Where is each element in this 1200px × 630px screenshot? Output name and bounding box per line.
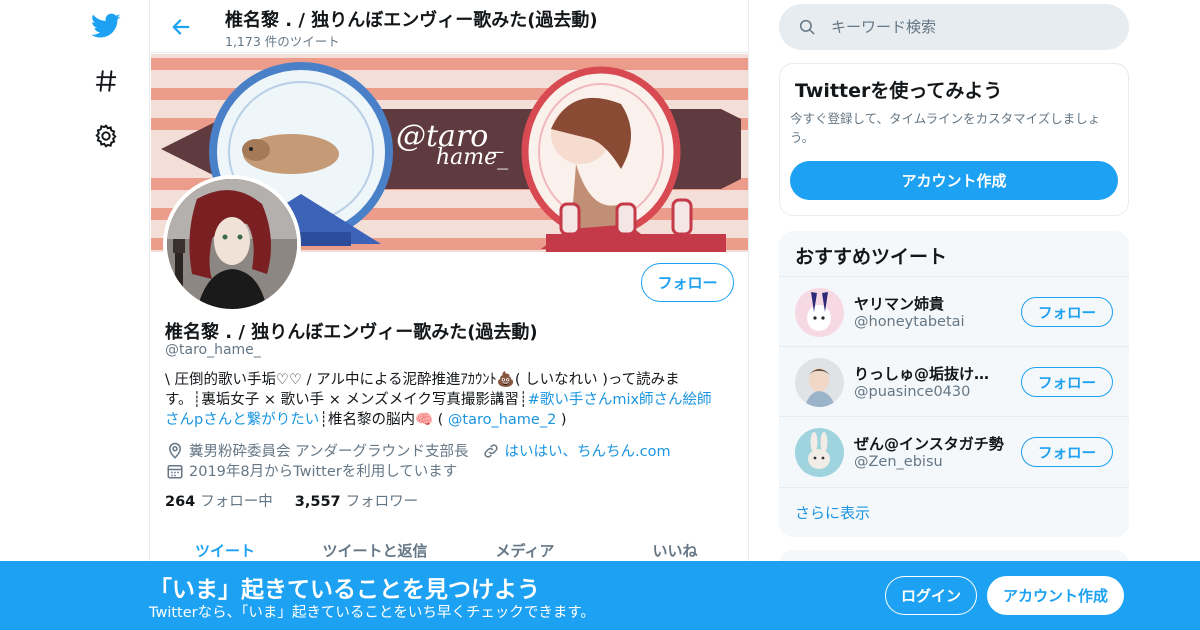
recommended-user-name: りっしゅ@垢抜けサロン [854,365,1004,383]
bio-line-1: \ 圧倒的歌い手垢♡♡ / アル中による泥酔推進ｱｶｳﾝﾄ💩( しいなれい )っ… [165,372,680,388]
bio-line-3: さんpさんと繋がりたい┊椎名黎の脳内🧠 ( @taro_hame_2 ) [165,410,735,430]
profile-meta-joined-row: 2019年8月からTwitterを利用しています [165,460,457,481]
profile-name: 椎名黎 . / 独りんぼエンヴィー歌みた(過去動) [165,322,538,343]
avatar[interactable] [795,428,844,477]
avatar-image [167,179,297,309]
svg-text:hame_: hame_ [436,145,508,170]
recommended-user-name: ヤリマン姉貴 [854,295,945,313]
page-root: 椎名黎 . / 独りんぼエンヴィー歌みた(過去動) 1,173 件のツイート @… [0,0,1200,630]
following-count: 264 [165,494,196,510]
recommended-user-handle: @puasince0430 [854,384,971,400]
recommended-follow-button[interactable]: フォロー [1021,297,1113,327]
recommended-user-name: ぜん@インスタガチ勢 [854,435,1004,453]
bio-text: ┊椎名黎の脳内🧠 ( [319,412,448,428]
followers-count: 3,557 [294,494,341,510]
show-more-link[interactable]: さらに表示 [779,487,1129,537]
recommended-tweets-card: おすすめツイート ヤリマン姉貴 @honeytabetai フォロー りっしゅ@… [779,231,1129,537]
hashtag-icon [95,70,117,92]
profile-meta-location-row: 糞男粉砕委員会 アンダーグラウンド支部長 はいはい、ちんちん.com [165,440,671,461]
profile-handle: @taro_hame_ [165,342,261,358]
twitter-bird-icon [91,13,121,38]
link-icon [481,441,501,461]
search-input[interactable] [831,18,1111,36]
bio-mention-link[interactable]: @taro_hame_2 [448,412,556,428]
back-button[interactable] [164,10,198,44]
followers-label: フォロワー [345,494,419,510]
search-box [779,4,1129,50]
left-nav [80,0,130,630]
try-twitter-card: Twitterを使ってみよう 今すぐ登録して、タイムラインをカスタマイズしましょ… [779,63,1129,216]
profile-joined-date: 2019年8月からTwitterを利用しています [189,464,458,480]
bio-text: ) [556,412,567,428]
login-button[interactable]: ログイン [885,576,977,615]
recommended-user-item[interactable]: りっしゅ@垢抜けサロン @puasince0430 フォロー [779,346,1129,416]
prompt-subtitle: Twitterなら、「いま」起きていることをいち早くチェックできます。 [149,605,595,621]
header-title: 椎名黎 . / 独りんぼエンヴィー歌みた(過去動) [225,10,598,31]
recommended-user-item[interactable]: ヤリマン姉貴 @honeytabetai フォロー [779,276,1129,346]
profile-header-bar: 椎名黎 . / 独りんぼエンヴィー歌みた(過去動) 1,173 件のツイート [150,0,748,53]
avatar[interactable] [795,288,844,337]
follow-button[interactable]: フォロー [641,263,734,302]
followers-stat[interactable]: 3,557 フォロワー [295,490,418,511]
recommended-title: おすすめツイート [795,246,948,268]
twitter-home-button[interactable] [84,4,128,48]
back-arrow-icon [172,19,190,35]
bio-hashtag-link[interactable]: #歌い手さんmix師さん絵師 [528,392,712,408]
recommended-user-handle: @Zen_ebisu [854,454,943,470]
calendar-icon [165,461,185,481]
try-twitter-description: 今すぐ登録して、タイムラインをカスタマイズしましょう。 [790,111,1101,145]
recommended-follow-button[interactable]: フォロー [1021,367,1113,397]
create-account-button[interactable]: アカウント作成 [790,161,1118,200]
settings-button[interactable] [84,114,128,158]
recommended-follow-button[interactable]: フォロー [1021,437,1113,467]
search-icon [797,17,817,37]
following-label: フォロー中 [200,494,273,510]
avatar[interactable] [795,358,844,407]
gear-icon [95,124,117,148]
explore-button[interactable] [84,59,128,103]
profile-avatar[interactable] [163,175,301,313]
location-icon [165,441,185,461]
signup-button[interactable]: アカウント作成 [987,576,1124,615]
following-stat[interactable]: 264 フォロー中 [165,490,273,511]
profile-bio: \ 圧倒的歌い手垢♡♡ / アル中による泥酔推進ｱｶｳﾝﾄ💩( しいなれい )っ… [165,370,735,430]
bio-hashtag-link-cont[interactable]: さんpさんと繋がりたい [165,412,319,428]
prompt-title: 「いま」起きていることを見つけよう [149,577,540,603]
profile-website-link[interactable]: はいはい、ちんちん.com [505,440,671,461]
recommended-user-handle: @honeytabetai [854,314,965,330]
try-twitter-title: Twitterを使ってみよう [795,80,1003,102]
profile-stats: 264 フォロー中 3,557 フォロワー [165,490,440,511]
bio-text: す。┊裏垢女子 × 歌い手 × メンズメイク写真撮影講習┊ [165,392,528,408]
recommended-user-item[interactable]: ぜん@インスタガチ勢 @Zen_ebisu フォロー [779,416,1129,486]
profile-location: 糞男粉砕委員会 アンダーグラウンド支部長 [189,444,469,460]
bio-line-2: す。┊裏垢女子 × 歌い手 × メンズメイク写真撮影講習┊#歌い手さんmix師さ… [165,390,735,410]
profile-column: 椎名黎 . / 独りんぼエンヴィー歌みた(過去動) 1,173 件のツイート @… [149,0,749,630]
header-tweet-count: 1,173 件のツイート [225,34,340,49]
signup-prompt-bar: 「いま」起きていることを見つけよう Twitterなら、「いま」起きていることを… [0,561,1200,630]
